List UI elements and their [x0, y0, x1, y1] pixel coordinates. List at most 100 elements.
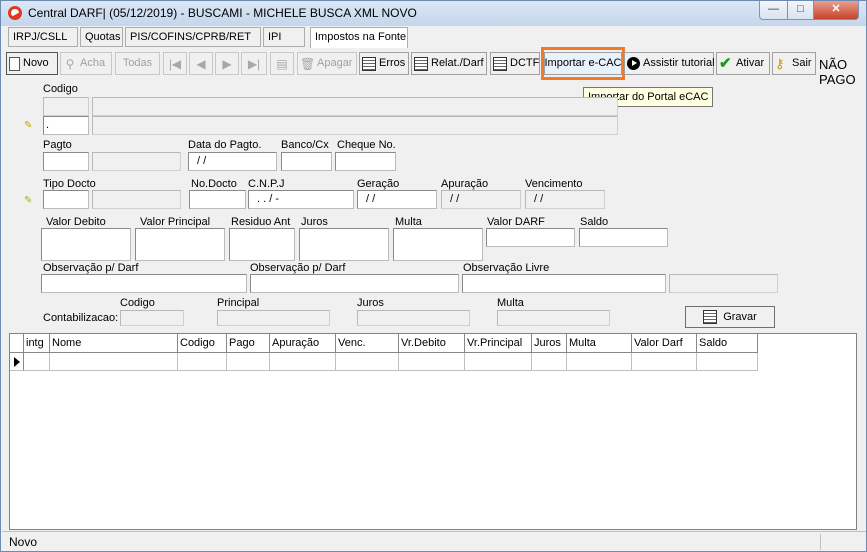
obs-livre-label: Observação Livre: [463, 262, 550, 274]
table-cell[interactable]: [24, 353, 50, 371]
grid-header-multa[interactable]: Multa: [567, 334, 632, 353]
assistir-tutorial-button[interactable]: Assistir tutorial: [624, 52, 715, 75]
tipo-docto-label: Tipo Docto: [43, 178, 96, 190]
table-row-indicator: [10, 353, 24, 371]
pagto-input[interactable]: [43, 152, 89, 171]
table-cell[interactable]: [336, 353, 399, 371]
sair-button[interactable]: ⚷ Sair: [772, 52, 816, 75]
grid-header-codigo[interactable]: Codigo: [178, 334, 227, 353]
banco-input[interactable]: [281, 152, 332, 171]
tab-quotas[interactable]: Quotas: [80, 27, 123, 47]
table-cell[interactable]: [632, 353, 697, 371]
contab-principal-field: [217, 310, 330, 326]
dctf-button[interactable]: DCTF: [490, 52, 540, 75]
todas-label: Todas: [122, 57, 153, 69]
relat-label: Relat./Darf: [431, 57, 484, 69]
saldo-field: [579, 228, 668, 247]
obs-livre-input[interactable]: [462, 274, 666, 293]
valor-principal-input[interactable]: [135, 228, 225, 261]
close-button[interactable]: ✕: [813, 1, 859, 20]
grid-header-apuracao[interactable]: Apuração: [270, 334, 336, 353]
grid-header-nome[interactable]: Nome: [50, 334, 178, 353]
erros-button[interactable]: Erros: [359, 52, 409, 75]
codigo-input[interactable]: .: [43, 116, 89, 135]
key-icon: ⚷: [775, 55, 785, 71]
grid-header-vr-principal[interactable]: Vr.Principal: [465, 334, 532, 353]
maximize-button[interactable]: □: [787, 1, 814, 20]
table-cell[interactable]: [465, 353, 532, 371]
acha-label: Acha: [80, 57, 106, 69]
tab-pis-cofins[interactable]: PIS/COFINS/CPRB/RET: [125, 27, 261, 47]
valor-debito-input[interactable]: [41, 228, 131, 261]
last-arrow-icon: ▶|: [247, 56, 261, 71]
grid-header-pago[interactable]: Pago: [227, 334, 270, 353]
cnpj-input[interactable]: . . / -: [248, 190, 354, 209]
contab-codigo-field: [120, 310, 184, 326]
last-record-button[interactable]: ▶|: [241, 52, 267, 75]
status-bar: Novo: [2, 531, 866, 551]
acha-button[interactable]: ⚲ Acha: [60, 52, 112, 75]
obs-extra-field: [669, 274, 778, 293]
multa-input[interactable]: [393, 228, 483, 261]
codigo-desc-field: [92, 97, 618, 116]
todas-button[interactable]: Todas: [115, 52, 160, 75]
no-docto-input[interactable]: [189, 190, 246, 209]
data-grid[interactable]: intg Nome Codigo Pago Apuração Venc. Vr.…: [9, 333, 857, 530]
valor-debito-label: Valor Debito: [46, 216, 106, 228]
prev-record-button[interactable]: ◀: [189, 52, 213, 75]
app-logo-icon: [8, 6, 22, 20]
obs-darf-2-label: Observação p/ Darf: [250, 262, 346, 274]
first-arrow-icon: |◀: [168, 56, 182, 71]
table-cell[interactable]: [399, 353, 465, 371]
table-cell[interactable]: [50, 353, 178, 371]
pencil-icon: ✎: [24, 120, 33, 131]
tab-irpj-csll[interactable]: IRPJ/CSLL: [8, 27, 78, 47]
binoculars-icon: ⚲: [65, 56, 75, 71]
title-bar: Central DARF| (05/12/2019) - BUSCAMI - M…: [1, 1, 866, 26]
minimize-button[interactable]: —: [759, 1, 788, 20]
grid-header-saldo[interactable]: Saldo: [697, 334, 758, 353]
obs-darf-1-label: Observação p/ Darf: [43, 262, 139, 274]
obs-darf-2-input[interactable]: [250, 274, 459, 293]
tutorial-label: Assistir tutorial: [643, 57, 715, 69]
gravar-button[interactable]: Gravar: [685, 306, 775, 328]
pagto-label: Pagto: [43, 139, 72, 151]
contab-principal-label: Principal: [217, 297, 260, 309]
table-cell[interactable]: [270, 353, 336, 371]
grid-header-venc[interactable]: Venc.: [336, 334, 399, 353]
grid-header-valor-darf[interactable]: Valor Darf: [632, 334, 697, 353]
ativar-button[interactable]: ✔ Ativar: [716, 52, 770, 75]
data-pagto-input[interactable]: / /: [188, 152, 277, 171]
relat-darf-button[interactable]: Relat./Darf: [411, 52, 487, 75]
residuo-input[interactable]: [229, 228, 295, 261]
table-cell[interactable]: [567, 353, 632, 371]
grid-header-vr-debito[interactable]: Vr.Debito: [399, 334, 465, 353]
table-cell[interactable]: [697, 353, 758, 371]
dctf-label: DCTF: [510, 57, 540, 69]
obs-darf-1-input[interactable]: [41, 274, 247, 293]
multa-label: Multa: [395, 216, 422, 228]
table-cell[interactable]: [532, 353, 567, 371]
table-cell[interactable]: [227, 353, 270, 371]
contab-multa-field: [497, 310, 610, 326]
cheque-input[interactable]: [335, 152, 396, 171]
play-icon: [627, 57, 640, 70]
status-separator: [820, 534, 821, 550]
novo-button[interactable]: Novo: [6, 52, 58, 75]
apagar-button[interactable]: 🗑 Apagar: [297, 52, 357, 75]
tab-impostos-na-fonte[interactable]: Impostos na Fonte: [310, 27, 408, 48]
first-record-button[interactable]: |◀: [163, 52, 187, 75]
row-pointer-icon: [14, 357, 20, 367]
geracao-input[interactable]: / /: [357, 190, 437, 209]
next-record-button[interactable]: ▶: [215, 52, 239, 75]
pencil-icon: ✎: [24, 195, 33, 206]
vencimento-field: / /: [525, 190, 605, 209]
report-icon: [493, 56, 507, 71]
print-button[interactable]: ▤: [270, 52, 294, 75]
tab-ipi[interactable]: IPI: [263, 27, 305, 47]
juros-input[interactable]: [299, 228, 389, 261]
table-cell[interactable]: [178, 353, 227, 371]
tipo-docto-input[interactable]: [43, 190, 89, 209]
grid-header-intg[interactable]: intg: [24, 334, 50, 353]
grid-header-juros[interactable]: Juros: [532, 334, 567, 353]
